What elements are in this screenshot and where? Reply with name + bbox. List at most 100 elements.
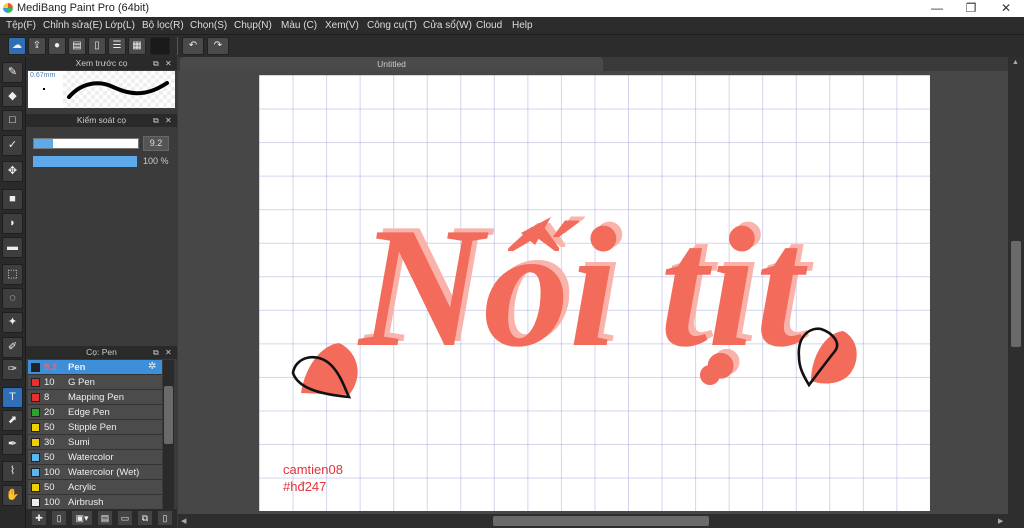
menu-layer[interactable]: Lớp(L) <box>105 20 135 31</box>
menu-filter[interactable]: Bộ lọc(R) <box>142 20 184 31</box>
scroll-up-arrow-icon[interactable]: ▲ <box>1012 59 1019 66</box>
close-button[interactable]: ✕ <box>989 0 1023 17</box>
dot-mark <box>700 365 720 385</box>
brush-item[interactable]: 9.2 Pen ✲ <box>28 360 162 375</box>
copy-icon[interactable]: ⧉ <box>138 511 152 525</box>
scroll-thumb[interactable] <box>1011 241 1021 347</box>
color-swatch[interactable] <box>150 37 170 55</box>
brush-color-swatch <box>31 393 40 402</box>
brush-list-scrollbar[interactable] <box>163 360 174 509</box>
canvas-vertical-scrollbar[interactable]: ▲ <box>1008 57 1024 514</box>
brush-item[interactable]: 8 Mapping Pen <box>28 390 162 405</box>
divide-tool-icon[interactable]: ✒ <box>2 434 23 455</box>
panel-title: Cọ: Pen <box>86 347 117 357</box>
brush-item[interactable]: 50 Watercolor <box>28 450 162 465</box>
close-icon[interactable]: ✕ <box>165 114 172 127</box>
brush-menu-icon[interactable]: ▣▾ <box>72 511 92 525</box>
select-eraser-icon[interactable]: ✑ <box>2 359 23 380</box>
brush-settings-icon[interactable]: ▤ <box>98 511 112 525</box>
toolbar: ☁ ⇪ ● ▤ ▯ ☰ ▦ ↶ ↷ <box>0 34 1024 57</box>
scroll-thumb[interactable] <box>164 386 173 444</box>
menu-tools[interactable]: Công cụ(T) <box>367 20 417 31</box>
shape-tool-icon[interactable]: ■ <box>2 189 23 210</box>
maximize-button[interactable]: ❐ <box>954 0 988 17</box>
opacity-slider[interactable] <box>33 156 137 167</box>
brush-tool-icon[interactable]: ✎ <box>2 62 23 83</box>
cloud-icon[interactable]: ☁ <box>8 37 26 55</box>
menu-select[interactable]: Chọn(S) <box>190 20 227 31</box>
brush-item[interactable]: 100 Watercolor (Wet) <box>28 465 162 480</box>
menu-cloud[interactable]: Cloud <box>476 20 502 31</box>
brush-control-panel: Kiểm soát cọ ⧉ ✕ 9.2 100 % <box>26 114 177 346</box>
close-icon[interactable]: ✕ <box>165 57 172 70</box>
bucket-tool-icon[interactable]: ◗ <box>2 213 23 234</box>
left-leaf-doodle <box>291 343 358 399</box>
scroll-left-arrow-icon[interactable]: ◀ <box>181 517 186 525</box>
brush-dot <box>43 88 45 90</box>
float-icon[interactable]: ⧉ <box>153 114 159 127</box>
undo-button[interactable]: ↶ <box>182 37 204 55</box>
panel-title: Xem trước cọ <box>75 58 128 68</box>
magic-wand-icon[interactable]: ✦ <box>2 312 23 333</box>
operation-tool-icon[interactable]: ⬈ <box>2 410 23 431</box>
rect-select-icon[interactable]: ⬚ <box>2 264 23 285</box>
menu-window[interactable]: Cửa sổ(W) <box>423 20 472 31</box>
brush-item-size: 10 <box>44 377 55 388</box>
share-icon[interactable]: ⇪ <box>28 37 46 55</box>
toolbar-separator <box>177 37 178 55</box>
select-pen-tool-icon[interactable]: ✐ <box>2 337 23 358</box>
brush-item[interactable]: 20 Edge Pen <box>28 405 162 420</box>
brush-item[interactable]: 50 Stipple Pen <box>28 420 162 435</box>
canvas-horizontal-scrollbar[interactable]: ◀ ▶ <box>178 514 1024 528</box>
slider-fill <box>34 157 136 166</box>
grid-icon[interactable]: ▦ <box>128 37 146 55</box>
menu-view[interactable]: Xem(V) <box>325 20 359 31</box>
brush-size-value[interactable]: 9.2 <box>143 136 169 151</box>
eyedropper-icon[interactable]: ⌇ <box>2 461 23 482</box>
message-icon[interactable]: ▤ <box>68 37 86 55</box>
hand-tool-icon[interactable]: ✋ <box>2 485 23 506</box>
brush-size-slider[interactable] <box>33 138 139 149</box>
brush-color-swatch <box>31 363 40 372</box>
brush-item[interactable]: 50 Acrylic <box>28 480 162 495</box>
comment-icon[interactable]: ● <box>48 37 66 55</box>
document-tab[interactable]: Untitled <box>180 57 603 71</box>
brush-color-swatch <box>31 378 40 387</box>
brush-color-swatch <box>31 453 40 462</box>
folder-icon[interactable]: ▭ <box>118 511 132 525</box>
delete-icon[interactable]: ▯ <box>158 511 172 525</box>
menu-edit[interactable]: Chỉnh sửa(E) <box>43 20 103 31</box>
drawing-canvas[interactable]: Nối tịt Nối tịt camtien08 #hđ247 <box>259 75 930 511</box>
brush-item[interactable]: 30 Sumi <box>28 435 162 450</box>
brush-item-name: Edge Pen <box>68 407 110 418</box>
add-brush-icon[interactable]: ✚ <box>32 511 46 525</box>
close-icon[interactable]: ✕ <box>165 346 172 359</box>
minimize-button[interactable]: — <box>920 0 954 17</box>
panel-header: Xem trước cọ ⧉ ✕ <box>26 57 177 70</box>
dot-tool-icon[interactable]: □ <box>2 110 23 131</box>
move-tool-icon[interactable]: ✥ <box>2 161 23 182</box>
list-icon[interactable]: ☰ <box>108 37 126 55</box>
brush-item-name: Acrylic <box>68 482 96 493</box>
scroll-right-arrow-icon[interactable]: ▶ <box>998 517 1003 525</box>
eraser-tool-icon[interactable]: ◆ <box>2 86 23 107</box>
slider-fill <box>34 139 53 148</box>
brush-item[interactable]: 100 Airbrush <box>28 495 162 510</box>
gradient-tool-icon[interactable]: ▬ <box>2 237 23 258</box>
menu-file[interactable]: Tệp(F) <box>6 20 36 31</box>
new-brush-icon[interactable]: ▯ <box>52 511 66 525</box>
page-icon[interactable]: ▯ <box>88 37 106 55</box>
lasso-select-icon[interactable]: ◌ <box>2 288 23 309</box>
redo-button[interactable]: ↷ <box>207 37 229 55</box>
float-icon[interactable]: ⧉ <box>153 57 159 70</box>
menu-capture[interactable]: Chụp(N) <box>234 20 272 31</box>
gear-icon[interactable]: ✲ <box>148 361 156 372</box>
float-icon[interactable]: ⧉ <box>153 346 159 359</box>
menu-help[interactable]: Help <box>512 20 533 31</box>
scroll-thumb[interactable] <box>493 516 709 526</box>
text-tool-icon[interactable]: T <box>2 387 23 408</box>
select-pen-icon[interactable]: ✓ <box>2 135 23 156</box>
brush-item-size: 9.2 <box>44 362 58 373</box>
menu-color[interactable]: Màu (C) <box>281 20 317 31</box>
brush-item[interactable]: 10 G Pen <box>28 375 162 390</box>
